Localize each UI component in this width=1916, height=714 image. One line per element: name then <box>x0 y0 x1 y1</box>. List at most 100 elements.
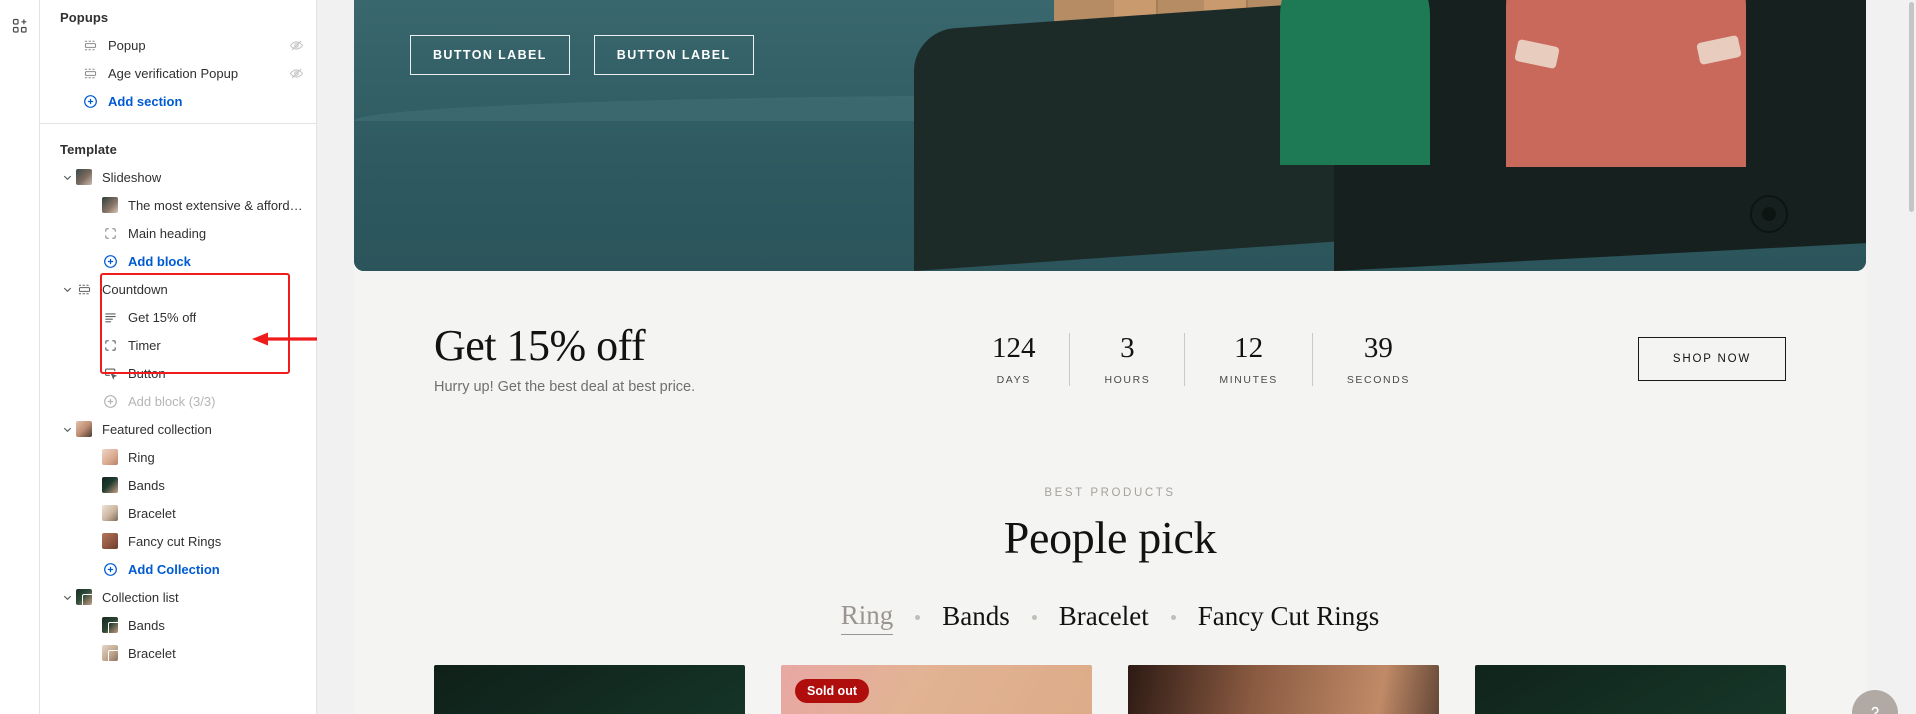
sidebar-item-timer[interactable]: Timer <box>40 331 316 359</box>
sidebar-item-slideshow[interactable]: Slideshow <box>40 163 316 191</box>
hero-button-2[interactable]: BUTTON LABEL <box>593 34 754 75</box>
sidebar-item-slideshow-slide[interactable]: The most extensive & afforda... <box>40 191 316 219</box>
hero-person-right <box>1506 0 1746 167</box>
sidebar-item-collection-list[interactable]: Collection list <box>40 583 316 611</box>
chevron-down-icon[interactable] <box>60 590 74 604</box>
chevron-down-icon[interactable] <box>60 422 74 436</box>
countdown-hours-label: HOURS <box>1104 373 1151 386</box>
hero-button-1[interactable]: BUTTON LABEL <box>410 34 570 75</box>
product-image[interactable] <box>434 665 745 714</box>
chevron-down-icon[interactable] <box>60 282 74 296</box>
tab-bracelet[interactable]: Bracelet <box>1059 601 1149 635</box>
apps-add-icon[interactable] <box>6 12 34 40</box>
image-icon <box>102 505 118 521</box>
tab-bands[interactable]: Bands <box>942 601 1010 635</box>
sidebar-item-main-heading[interactable]: Main heading <box>40 219 316 247</box>
sidebar-item-fancy-cut-rings[interactable]: Fancy cut Rings <box>40 527 316 555</box>
image-icon <box>76 421 92 437</box>
hero-person-left <box>1276 0 1436 165</box>
image-stack-icon <box>76 589 95 607</box>
sidebar-item-bands[interactable]: Bands <box>40 471 316 499</box>
theme-preview-pane[interactable]: g You can use this as description for of… <box>317 0 1916 714</box>
button-icon <box>102 365 118 381</box>
countdown-minutes-value: 12 <box>1234 331 1264 364</box>
product-card[interactable] <box>434 665 745 714</box>
tab-separator-dot <box>1031 615 1037 621</box>
product-card[interactable] <box>1128 665 1439 714</box>
hidden-eye-icon[interactable] <box>288 37 304 53</box>
hidden-eye-icon[interactable] <box>288 65 304 81</box>
sidebar-item-popup[interactable]: Popup <box>40 31 316 59</box>
countdown-hours-value: 3 <box>1120 331 1135 364</box>
add-block-label: Add block <box>128 253 191 269</box>
sidebar-divider <box>40 123 316 124</box>
best-products-eyebrow: BEST PRODUCTS <box>1044 487 1176 500</box>
add-block-button-countdown-disabled: Add block (3/3) <box>40 387 316 415</box>
section-icon <box>82 37 98 53</box>
countdown-title: Get 15% off <box>434 321 646 370</box>
text-icon <box>102 309 118 325</box>
sidebar-group-title-template: Template <box>60 142 117 157</box>
tab-fancy-cut-rings[interactable]: Fancy Cut Rings <box>1198 601 1380 635</box>
add-section-button[interactable]: Add section <box>40 87 316 115</box>
countdown-minutes-label: MINUTES <box>1219 373 1278 386</box>
sidebar-group-title-popups: Popups <box>60 10 109 25</box>
section-icon <box>82 65 98 81</box>
sidebar-item-collection-bracelet[interactable]: Bracelet <box>40 639 316 667</box>
countdown-section[interactable]: Get 15% off Hurry up! Get the best deal … <box>354 271 1866 442</box>
hero-buttons: BUTTON LABEL BUTTON LABEL <box>410 34 1050 75</box>
image-icon <box>102 197 118 213</box>
image-icon <box>102 533 118 549</box>
product-image[interactable] <box>1128 665 1439 714</box>
sidebar-item-countdown[interactable]: Countdown <box>40 275 316 303</box>
countdown-unit-days: 124 DAYS <box>958 332 1070 386</box>
countdown-unit-minutes: 12 MINUTES <box>1184 331 1311 386</box>
chevron-down-icon[interactable] <box>60 170 74 184</box>
sidebar-item-get-15-off[interactable]: Get 15% off <box>40 303 316 331</box>
sidebar-item-collection-bands[interactable]: Bands <box>40 611 316 639</box>
sidebar-item-age-verification-popup[interactable]: Age verification Popup <box>40 59 316 87</box>
add-block-button-slideshow[interactable]: Add block <box>40 247 316 275</box>
tab-separator-dot <box>1170 615 1176 621</box>
sidebar-item-label: Get 15% off <box>128 309 197 325</box>
plus-circle-icon <box>102 253 118 269</box>
best-products-section: BEST PRODUCTS People pick Ring Bands Bra… <box>354 441 1866 636</box>
countdown-timer: 124 DAYS 3 HOURS 12 MINUTES 39 SECONDS <box>958 331 1444 386</box>
section-icon <box>76 281 92 297</box>
sidebar-item-label: Fancy cut Rings <box>128 533 222 549</box>
hero-description: You can use this as description for offe… <box>410 0 810 1</box>
sidebar-item-label: Ring <box>128 449 155 465</box>
sidebar-item-label: Timer <box>128 337 161 353</box>
best-products-title: People pick <box>1003 512 1217 564</box>
shop-now-button[interactable]: SHOP NOW <box>1637 337 1786 382</box>
product-card-grid: Sold out <box>354 665 1866 714</box>
countdown-unit-seconds: 39 SECONDS <box>1311 332 1444 386</box>
product-image[interactable] <box>1475 665 1786 714</box>
add-collection-button[interactable]: Add Collection <box>40 555 316 583</box>
sidebar-item-featured-collection[interactable]: Featured collection <box>40 415 316 443</box>
sidebar-item-ring[interactable]: Ring <box>40 443 316 471</box>
plus-circle-icon <box>82 93 98 109</box>
left-icon-rail <box>0 0 40 714</box>
sidebar-scroll-area: Popups Popup Age verification Popup Add … <box>40 0 316 714</box>
sidebar-item-button[interactable]: Button <box>40 359 316 387</box>
product-category-tabs: Ring Bands Bracelet Fancy Cut Rings <box>434 600 1786 636</box>
hero-slideshow[interactable]: g You can use this as description for of… <box>354 0 1866 271</box>
product-card[interactable]: Sold out <box>781 665 1092 714</box>
tab-ring[interactable]: Ring <box>840 600 894 636</box>
block-icon <box>102 337 118 353</box>
countdown-text: Get 15% off Hurry up! Get the best deal … <box>434 321 764 396</box>
hero-porthole-small <box>1714 205 1728 219</box>
hero-content: g You can use this as description for of… <box>410 0 1050 75</box>
hero-porthole-large <box>1750 195 1788 233</box>
product-card[interactable] <box>1475 665 1786 714</box>
storefront-canvas: g You can use this as description for of… <box>354 0 1866 714</box>
image-icon <box>76 169 92 185</box>
add-section-label: Add section <box>108 93 183 109</box>
block-icon <box>102 225 118 241</box>
sidebar-item-bracelet[interactable]: Bracelet <box>40 499 316 527</box>
sections-sidebar[interactable]: Popups Popup Age verification Popup Add … <box>40 0 317 714</box>
countdown-subtitle: Hurry up! Get the best deal at best pric… <box>434 379 696 396</box>
sidebar-item-label: Popup <box>108 37 146 53</box>
preview-scrollbar[interactable] <box>1909 2 1914 212</box>
